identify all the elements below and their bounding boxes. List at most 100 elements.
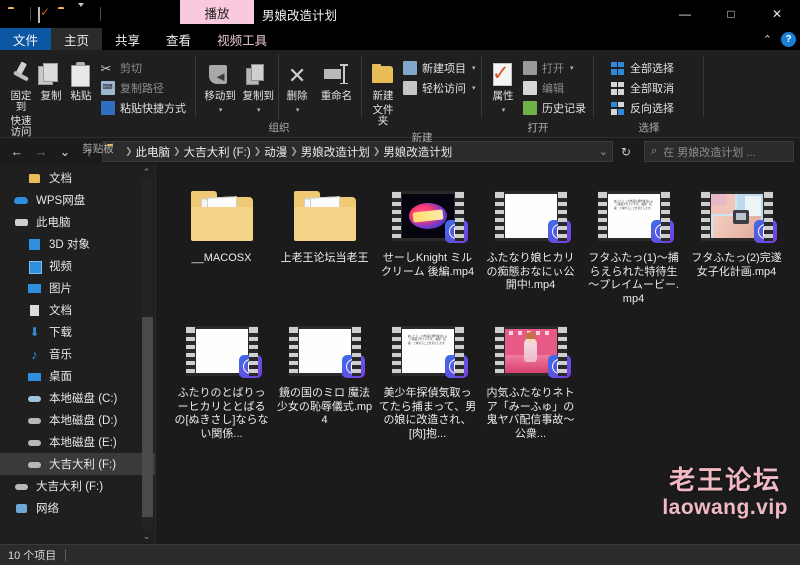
properties-icon[interactable] [38,6,53,23]
sidebar-item-label: 3D 对象 [49,239,90,251]
new-folder-button[interactable]: 新建 文件夹 [368,54,398,131]
sidebar-item-desktop[interactable]: 桌面 [0,365,155,387]
move-to-button[interactable]: ◄ 移动到 ▾ [202,54,238,120]
help-icon[interactable]: ? [781,31,796,47]
maximize-button[interactable]: □ [708,0,754,28]
file-item[interactable]: 内気ふたなりネトア「みーふゅ」の鬼ヤバ配信事故～公衆... [479,314,582,441]
thumbnail-copyright-text: あにとろ この作品は著作権法により保護されています。 複製・転載・上映することを… [407,335,448,345]
minimize-button[interactable]: — [662,0,708,28]
chevron-down-icon[interactable] [78,2,93,22]
file-item[interactable]: あにとろ この作品は著作権法により保護されています。 複製・転載・上映することを… [376,314,479,441]
paste-button[interactable]: 粘贴 [66,54,96,106]
file-item[interactable]: せーしKnight ミルクリーム 後編.mp4 [376,179,479,306]
new-folder-icon[interactable] [58,7,73,22]
sidebar-item-documents[interactable]: 文档 [0,299,155,321]
paste-shortcut-button[interactable]: 粘贴快捷方式 [96,99,190,117]
sidebar-item-local-disk-e[interactable]: 本地磁盘 (E:) [0,431,155,453]
sidebar-item-downloads[interactable]: ⬇ 下载 [0,321,155,343]
sidebar-item-local-disk-d[interactable]: 本地磁盘 (D:) [0,409,155,431]
delete-button[interactable]: ✕ 删除 ▾ [278,54,314,120]
copy-icon [38,58,64,88]
chevron-down-icon[interactable]: ▾ [570,64,574,72]
play-overlay-icon [444,220,468,243]
chevron-up-icon[interactable]: ⌃ [763,33,772,46]
paste-icon [70,58,92,88]
select-all-button[interactable]: 全部选择 [606,59,678,77]
chevron-down-icon[interactable]: ▾ [472,64,476,72]
sidebar-item-3d-objects[interactable]: 3D 对象 [0,233,155,255]
contextual-tab-play[interactable]: 播放 [180,0,254,24]
sidebar-item-documents-quick[interactable]: 文档 [0,167,155,189]
file-item[interactable]: あにとろ この作品は著作権法により保護されています。 複製・転載・上映することを… [582,179,685,306]
sidebar-item-network[interactable]: 网络 [0,497,155,519]
watermark-line-1: 老王论坛 [669,465,782,495]
file-item[interactable]: フタふたっ(2)完遂女子化計画.mp4 [685,179,788,306]
paste-shortcut-label: 粘贴快捷方式 [120,103,186,115]
nav-scrollbar-thumb[interactable] [142,317,153,517]
properties-button[interactable]: ✓ 属性 ▾ [488,54,518,120]
folder-icon[interactable] [8,7,23,22]
video-thumbnail: あにとろ この作品は著作権法により保護されています。 複製・転載・上映することを… [597,191,674,243]
play-overlay-icon [547,355,571,378]
sidebar-item-this-pc[interactable]: 此电脑 [0,211,155,233]
invert-selection-button[interactable]: 反向选择 [606,99,678,117]
search-box[interactable]: ⌕ 在 男娘改造计划 ... [644,141,794,162]
file-name: ふたなり娘ヒカリの痴態おなにぃ公開中!.mp4 [486,252,575,291]
sidebar-item-music[interactable]: ♪ 音乐 [0,343,155,365]
quick-access-toolbar [0,0,103,28]
refresh-button[interactable]: ↻ [615,141,637,163]
tab-share[interactable]: 共享 [102,28,153,50]
breadcrumb-item-2[interactable]: 动漫 [264,144,287,160]
chevron-down-icon[interactable]: ▾ [502,105,506,116]
copy-to-icon [245,58,271,88]
open-button[interactable]: 打开 ▾ [518,59,590,77]
nav-scroll-down-icon[interactable]: ⌄ [140,530,153,543]
file-item[interactable]: __MACOSX [170,179,273,306]
tab-home[interactable]: 主页 [51,28,103,50]
new-folder-label-1: 新建 [372,90,394,102]
file-item[interactable]: ふたなり娘ヒカリの痴態おなにぃ公開中!.mp4 [479,179,582,306]
copy-to-button[interactable]: 复制到 ▾ [240,54,276,120]
breadcrumb-item-4[interactable]: 男娘改造计划 [383,144,452,160]
address-dropdown-icon[interactable]: ⌄ [599,145,608,158]
tab-file[interactable]: 文件 [0,28,52,50]
copy-button[interactable]: 复制 [36,54,66,106]
new-item-button[interactable]: 新建项目 ▾ [398,59,480,77]
history-button[interactable]: 历史记录 [518,99,590,117]
sidebar-item-videos[interactable]: 视频 [0,255,155,277]
sidebar-item-wps-cloud[interactable]: WPS网盘 [0,189,155,211]
tab-video-tools[interactable]: 视频工具 [204,28,280,50]
item-count: 10 个项目 [8,550,57,562]
chevron-down-icon[interactable]: ▾ [219,105,223,116]
file-item[interactable]: ふたりのとばりっーヒカリととばるの[ぬきさし]ならない関係... [170,314,273,441]
chevron-down-icon[interactable]: ▾ [257,105,261,116]
play-overlay-icon [238,355,262,378]
search-input[interactable]: 在 男娘改造计划 ... [663,144,755,160]
sidebar-item-pictures[interactable]: 图片 [0,277,155,299]
ribbon-group-select: 全部选择 全部取消 反向选择 选择 [594,50,704,137]
edit-button[interactable]: 编辑 [518,79,590,97]
pin-to-quick-access-button[interactable]: 固定到 快速访问 [6,54,36,142]
breadcrumb-item-3[interactable]: 男娘改造计划 [301,144,370,160]
chevron-down-icon[interactable]: ▾ [472,84,476,92]
chevron-down-icon[interactable]: ▾ [296,105,300,116]
copy-path-button[interactable]: ⌨ 复制路径 [96,79,190,97]
nav-scroll-up-icon[interactable]: ⌃ [140,166,153,179]
file-item[interactable]: 鏡の国のミロ 魔法少女の恥辱儀式.mp4 [273,314,376,441]
drive-icon [27,457,42,472]
video-thumbnail [700,191,777,243]
select-none-button[interactable]: 全部取消 [606,79,678,97]
sidebar-item-daji-dali-f[interactable]: 大吉大利 (F:) [0,475,155,497]
sidebar-item-local-disk-c[interactable]: 本地磁盘 (C:) [0,387,155,409]
cut-button[interactable]: ✂ 剪切 [96,59,190,77]
rename-button[interactable]: 重命名 [317,54,356,106]
close-button[interactable]: ✕ [754,0,800,28]
file-item[interactable]: 上老王论坛当老王 [273,179,376,306]
tab-view[interactable]: 查看 [153,28,204,50]
sidebar-item-daji-dali-f-selected[interactable]: 大吉大利 (F:) [0,453,155,475]
easy-access-button[interactable]: 轻松访问 ▾ [398,79,480,97]
file-list-view[interactable]: __MACOSX 上老王论坛当老王 せーしKnight ミルクリーム 後編.mp… [156,165,800,544]
file-name: 鏡の国のミロ 魔法少女の恥辱儀式.mp4 [276,387,373,426]
pictures-icon [27,281,42,296]
play-overlay-icon [341,355,365,378]
